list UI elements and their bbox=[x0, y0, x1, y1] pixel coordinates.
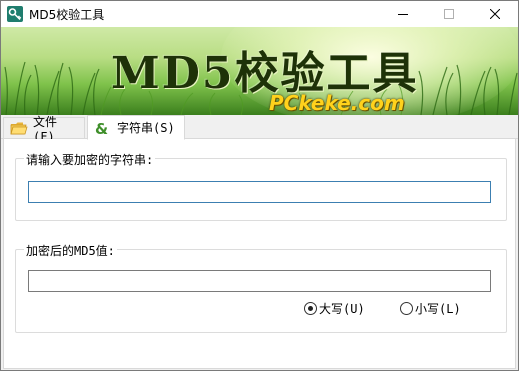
header-banner: MD5校验工具 PCkeke.com bbox=[1, 27, 518, 115]
window-title: MD5校验工具 bbox=[29, 8, 105, 22]
key-icon bbox=[7, 6, 23, 22]
string-panel: 请输入要加密的字符串: 加密后的MD5值: 大写(U) 小写(L) bbox=[3, 139, 516, 369]
ampersand-icon: & bbox=[94, 120, 112, 138]
minimize-button[interactable] bbox=[380, 1, 426, 27]
input-group-label: 请输入要加密的字符串: bbox=[24, 151, 156, 168]
uppercase-label: 大写(U) bbox=[319, 302, 365, 316]
maximize-button[interactable] bbox=[426, 1, 472, 27]
app-window: MD5校验工具 MD5校验工具 PCkeke.com 文件(F) & 字符串(S… bbox=[0, 0, 519, 371]
tab-string-label: 字符串(S) bbox=[117, 121, 175, 135]
title-bar[interactable]: MD5校验工具 bbox=[1, 1, 518, 27]
minimize-icon bbox=[398, 14, 408, 15]
close-button[interactable] bbox=[472, 1, 518, 27]
maximize-icon bbox=[444, 9, 454, 19]
radio-checked-icon bbox=[304, 302, 317, 315]
tab-bar: 文件(F) & 字符串(S) bbox=[1, 115, 518, 144]
close-icon bbox=[490, 9, 500, 19]
output-group-label: 加密后的MD5值: bbox=[24, 242, 117, 259]
folder-icon bbox=[10, 120, 28, 136]
banner-subtitle: PCkeke.com bbox=[269, 91, 405, 115]
svg-text:&: & bbox=[95, 120, 108, 136]
lowercase-label: 小写(L) bbox=[415, 302, 461, 316]
radio-unchecked-icon bbox=[400, 302, 413, 315]
md5-output-field[interactable] bbox=[28, 270, 491, 292]
tab-string[interactable]: & 字符串(S) bbox=[87, 115, 185, 140]
tab-file[interactable]: 文件(F) bbox=[3, 115, 85, 144]
string-input[interactable] bbox=[28, 181, 491, 203]
uppercase-radio[interactable]: 大写(U) bbox=[304, 300, 365, 317]
lowercase-radio[interactable]: 小写(L) bbox=[400, 300, 461, 317]
